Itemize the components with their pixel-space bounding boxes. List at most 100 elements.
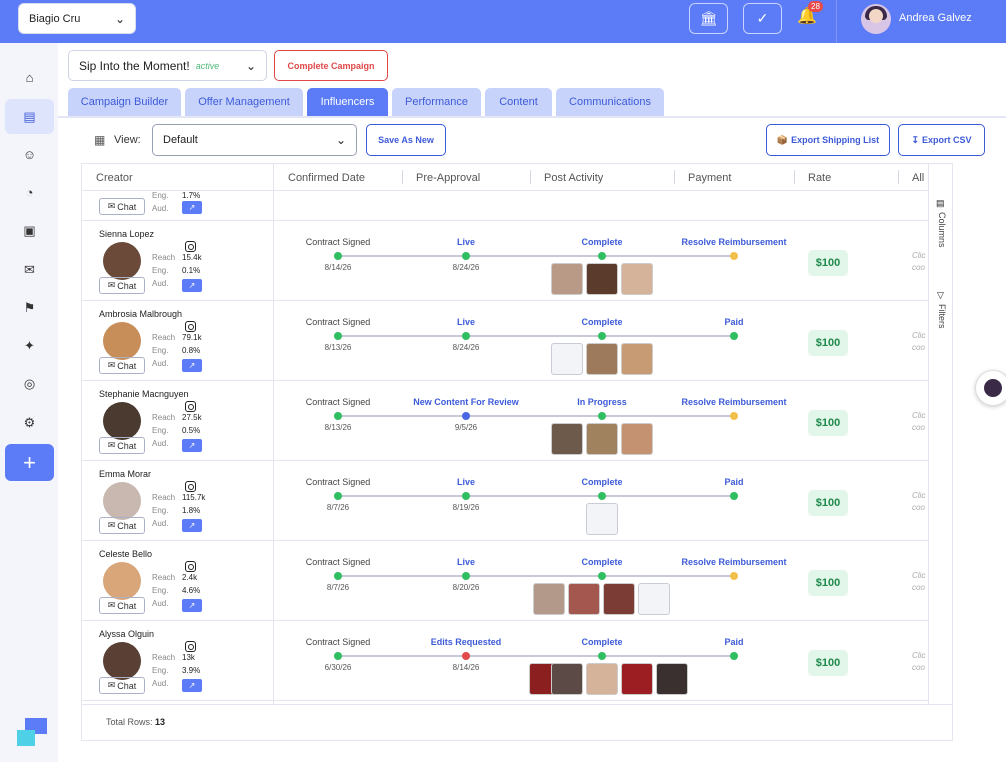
- content-thumbnail-empty[interactable]: [586, 503, 618, 535]
- stage-label[interactable]: New Content For Review: [413, 397, 519, 407]
- campaigns-icon[interactable]: ▤: [5, 99, 54, 134]
- export-shipping-button[interactable]: 📦 Export Shipping List: [766, 124, 890, 156]
- tab-offer-management[interactable]: Offer Management: [185, 88, 303, 116]
- gear-icon[interactable]: ⚙: [5, 405, 54, 440]
- stage-label[interactable]: Resolve Reimbursement: [681, 397, 786, 407]
- creator-name[interactable]: Celeste Bello: [99, 549, 152, 559]
- content-thumbnail[interactable]: [621, 423, 653, 455]
- content-thumbnail[interactable]: [586, 663, 618, 695]
- content-thumbnail[interactable]: [621, 263, 653, 295]
- content-thumbnail[interactable]: [586, 343, 618, 375]
- stage-label[interactable]: In Progress: [577, 397, 627, 407]
- click-hint-2[interactable]: coo: [912, 423, 925, 432]
- creator-name[interactable]: Emma Morar: [99, 469, 151, 479]
- audience-chart-icon[interactable]: ↗: [182, 279, 202, 292]
- click-hint-2[interactable]: coo: [912, 263, 925, 272]
- click-hint[interactable]: Clic: [912, 251, 925, 260]
- click-hint-2[interactable]: coo: [912, 343, 925, 352]
- messages-icon[interactable]: ✉: [5, 252, 54, 287]
- click-hint-2[interactable]: coo: [912, 583, 925, 592]
- creator-avatar[interactable]: [103, 562, 141, 600]
- chat-button[interactable]: ✉ Chat: [99, 597, 145, 614]
- audience-chart-icon[interactable]: ↗: [182, 519, 202, 532]
- content-thumbnail[interactable]: [621, 343, 653, 375]
- image-icon[interactable]: ▣: [5, 213, 54, 248]
- column-header-creator[interactable]: Creator: [96, 172, 133, 184]
- stage-label[interactable]: Paid: [724, 317, 743, 327]
- audience-chart-icon[interactable]: ↗: [182, 201, 202, 214]
- tab-content[interactable]: Content: [485, 88, 552, 116]
- instagram-icon[interactable]: [185, 561, 196, 572]
- bank-icon[interactable]: ⚑: [5, 290, 54, 325]
- filter-icon[interactable]: ▽: [937, 290, 944, 301]
- campaign-select[interactable]: Sip Into the Moment! active ⌄: [68, 50, 267, 81]
- audience-chart-icon[interactable]: ↗: [182, 439, 202, 452]
- stage-label[interactable]: Complete: [581, 477, 622, 487]
- columns-icon[interactable]: ▤: [936, 198, 945, 209]
- creator-avatar[interactable]: [103, 322, 141, 360]
- content-thumbnail-empty[interactable]: [638, 583, 670, 615]
- filters-toggle[interactable]: Filters: [937, 304, 947, 329]
- content-thumbnail[interactable]: [603, 583, 635, 615]
- stage-label[interactable]: Complete: [581, 637, 622, 647]
- stage-label[interactable]: Paid: [724, 477, 743, 487]
- user-name[interactable]: Andrea Galvez: [899, 12, 972, 24]
- click-hint-2[interactable]: coo: [912, 663, 925, 672]
- instagram-icon[interactable]: [185, 481, 196, 492]
- instagram-icon[interactable]: [185, 641, 196, 652]
- content-thumbnail[interactable]: [551, 263, 583, 295]
- content-thumbnail[interactable]: [568, 583, 600, 615]
- content-thumbnail[interactable]: [551, 423, 583, 455]
- stage-label[interactable]: Resolve Reimbursement: [681, 237, 786, 247]
- creator-name[interactable]: Stephanie Macnguyen: [99, 389, 189, 399]
- content-thumbnail[interactable]: [533, 583, 565, 615]
- content-thumbnail[interactable]: [586, 423, 618, 455]
- tab-influencers[interactable]: Influencers: [307, 88, 388, 116]
- instagram-icon[interactable]: [185, 321, 196, 332]
- creator-avatar[interactable]: [103, 402, 141, 440]
- content-thumbnail[interactable]: [586, 263, 618, 295]
- home-icon[interactable]: ⌂: [5, 60, 54, 95]
- columns-toggle[interactable]: Columns: [937, 212, 947, 248]
- tab-campaign-builder[interactable]: Campaign Builder: [68, 88, 181, 116]
- complete-campaign-button[interactable]: Complete Campaign: [274, 50, 388, 81]
- click-hint[interactable]: Clic: [912, 571, 925, 580]
- stage-label[interactable]: Live: [457, 237, 475, 247]
- export-csv-button[interactable]: ↧ Export CSV: [898, 124, 985, 156]
- content-thumbnail[interactable]: [621, 663, 653, 695]
- audience-chart-icon[interactable]: ↗: [182, 599, 202, 612]
- sparkle-icon[interactable]: ✦: [5, 328, 54, 363]
- support-avatar[interactable]: [975, 370, 1006, 406]
- column-header-all[interactable]: All: [912, 172, 924, 184]
- click-hint[interactable]: Clic: [912, 491, 925, 500]
- click-hint[interactable]: Clic: [912, 331, 925, 340]
- stage-label[interactable]: Live: [457, 317, 475, 327]
- creator-name[interactable]: Ambrosia Malbrough: [99, 309, 182, 319]
- chat-button[interactable]: ✉ Chat: [99, 437, 145, 454]
- content-thumbnail[interactable]: [656, 663, 688, 695]
- brand-select[interactable]: Biagio Cru ⌄: [18, 3, 136, 34]
- reports-pie-icon[interactable]: ◔: [5, 175, 54, 210]
- stage-label[interactable]: Live: [457, 477, 475, 487]
- click-hint-2[interactable]: coo: [912, 503, 925, 512]
- creator-name[interactable]: Alyssa Olguin: [99, 629, 154, 639]
- instagram-icon[interactable]: [185, 401, 196, 412]
- chat-button[interactable]: ✉ Chat: [99, 677, 145, 694]
- chat-button[interactable]: ✉ Chat: [99, 277, 145, 294]
- chat-button[interactable]: ✉ Chat: [99, 198, 145, 215]
- view-select[interactable]: Default ⌄: [152, 124, 357, 156]
- chat-button[interactable]: ✉ Chat: [99, 517, 145, 534]
- add-icon[interactable]: +: [5, 444, 54, 481]
- audience-chart-icon[interactable]: ↗: [182, 359, 202, 372]
- creator-name[interactable]: Sienna Lopez: [99, 229, 154, 239]
- user-avatar[interactable]: [861, 4, 891, 34]
- column-header-payment[interactable]: Payment: [688, 172, 731, 184]
- tab-performance[interactable]: Performance: [392, 88, 481, 116]
- stage-label[interactable]: Paid: [724, 637, 743, 647]
- column-header-pre-approval[interactable]: Pre-Approval: [416, 172, 480, 184]
- creator-avatar[interactable]: [103, 482, 141, 520]
- stage-label[interactable]: Live: [457, 557, 475, 567]
- content-thumbnail[interactable]: [551, 663, 583, 695]
- column-header-confirmed-date[interactable]: Confirmed Date: [288, 172, 365, 184]
- stage-label[interactable]: Complete: [581, 237, 622, 247]
